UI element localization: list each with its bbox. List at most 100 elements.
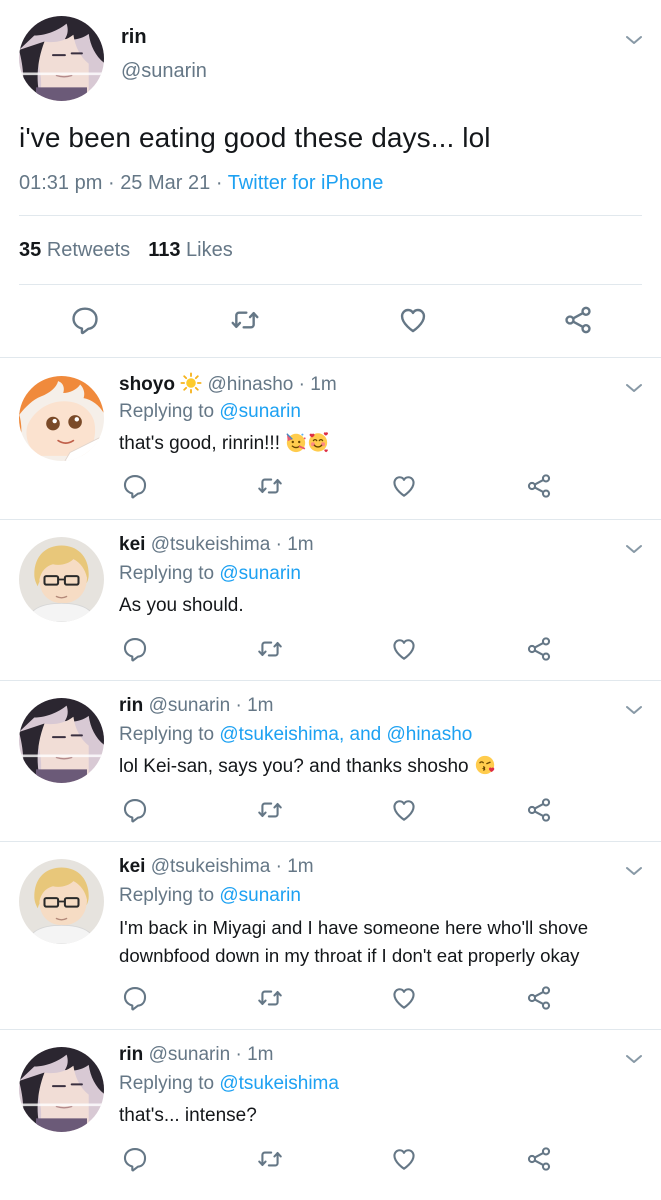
reply-header: shoyo @hinasho · 1m bbox=[119, 372, 337, 396]
replying-to: Replying to @sunarin bbox=[119, 401, 301, 423]
tweet-time: 01:31 pm bbox=[19, 172, 103, 194]
retweet-icon[interactable] bbox=[256, 635, 284, 663]
share-icon[interactable] bbox=[525, 1145, 553, 1173]
replying-to: Replying to @sunarin bbox=[119, 563, 301, 585]
kei-avatar-image bbox=[19, 859, 104, 944]
like-icon[interactable] bbox=[390, 796, 418, 824]
reply-tweet[interactable]: shoyo @hinasho · 1m Replying to @sunarin… bbox=[0, 358, 661, 519]
face-blowing-kiss-emoji bbox=[474, 754, 496, 776]
reply-time: 1m bbox=[310, 374, 337, 395]
likes-count: 113 bbox=[148, 239, 181, 261]
like-icon[interactable] bbox=[390, 635, 418, 663]
meta-separator: · bbox=[275, 534, 282, 555]
likes-label: Likes bbox=[186, 239, 233, 261]
reply-tweet[interactable]: kei @tsukeishima · 1m Replying to @sunar… bbox=[0, 520, 661, 680]
replying-to-link[interactable]: @tsukeishima, and @hinasho bbox=[219, 724, 472, 745]
author-handle[interactable]: @sunarin bbox=[149, 695, 231, 716]
replying-prefix: Replying to bbox=[119, 1073, 215, 1094]
replying-prefix: Replying to bbox=[119, 401, 215, 422]
meta-separator: · bbox=[235, 1044, 242, 1065]
meta-separator: · bbox=[298, 374, 305, 395]
reply-text: that's... intense? bbox=[119, 1105, 257, 1126]
reply-header: kei @tsukeishima · 1m bbox=[119, 534, 314, 556]
avatar[interactable] bbox=[19, 376, 104, 461]
reply-icon[interactable] bbox=[121, 1145, 149, 1173]
avatar[interactable] bbox=[19, 16, 104, 101]
like-icon[interactable] bbox=[390, 472, 418, 500]
author-handle[interactable]: @sunarin bbox=[149, 1044, 231, 1065]
reply-header: rin @sunarin · 1m bbox=[119, 1044, 273, 1066]
chevron-down-icon[interactable] bbox=[624, 542, 644, 556]
reply-text: I'm back in Miyagi and I have someone he… bbox=[119, 917, 589, 966]
replying-prefix: Replying to bbox=[119, 724, 215, 745]
like-icon[interactable] bbox=[390, 1145, 418, 1173]
tweet-stats: 35 Retweets 113 Likes bbox=[19, 239, 233, 262]
share-icon[interactable] bbox=[525, 796, 553, 824]
kei-avatar-image bbox=[19, 537, 104, 622]
chevron-down-icon[interactable] bbox=[624, 381, 644, 395]
avatar[interactable] bbox=[19, 1047, 104, 1132]
tweet-source-link[interactable]: Twitter for iPhone bbox=[228, 172, 384, 194]
author-name[interactable]: rin bbox=[119, 1044, 143, 1065]
author-name[interactable]: kei bbox=[119, 856, 145, 877]
tweet-meta: 01:31 pm · 25 Mar 21 · Twitter for iPhon… bbox=[19, 172, 383, 195]
reply-tweet[interactable]: rin @sunarin · 1m Replying to @tsukeishi… bbox=[0, 1030, 661, 1200]
share-icon[interactable] bbox=[525, 635, 553, 663]
retweet-icon[interactable] bbox=[256, 472, 284, 500]
author-name[interactable]: rin bbox=[121, 26, 147, 49]
retweet-icon[interactable] bbox=[229, 304, 261, 336]
share-icon[interactable] bbox=[525, 472, 553, 500]
avatar[interactable] bbox=[19, 537, 104, 622]
replying-prefix: Replying to bbox=[119, 885, 215, 906]
reply-tweet[interactable]: rin @sunarin · 1m Replying to @tsukeishi… bbox=[0, 681, 661, 841]
author-name[interactable]: rin bbox=[119, 695, 143, 716]
author-handle[interactable]: @sunarin bbox=[121, 60, 207, 83]
meta-separator: · bbox=[235, 695, 242, 716]
reply-text-block: lol Kei-san, says you? and thanks shosho bbox=[119, 753, 639, 781]
retweet-icon[interactable] bbox=[256, 1145, 284, 1173]
retweets-stat[interactable]: 35 Retweets bbox=[19, 239, 130, 261]
replying-to-link[interactable]: @sunarin bbox=[219, 563, 301, 584]
author-handle[interactable]: @tsukeishima bbox=[151, 856, 271, 877]
chevron-down-icon[interactable] bbox=[624, 864, 644, 878]
reply-time: 1m bbox=[287, 856, 314, 877]
divider bbox=[19, 215, 642, 216]
reply-icon[interactable] bbox=[121, 472, 149, 500]
share-icon[interactable] bbox=[525, 984, 553, 1012]
retweet-icon[interactable] bbox=[256, 984, 284, 1012]
reply-icon[interactable] bbox=[121, 635, 149, 663]
retweets-label: Retweets bbox=[46, 239, 131, 261]
reply-icon[interactable] bbox=[121, 984, 149, 1012]
replying-to: Replying to @tsukeishima bbox=[119, 1073, 339, 1095]
replying-to-link[interactable]: @sunarin bbox=[219, 885, 301, 906]
like-icon[interactable] bbox=[390, 984, 418, 1012]
replying-to: Replying to @tsukeishima, and @hinasho bbox=[119, 724, 472, 746]
replying-prefix: Replying to bbox=[119, 563, 215, 584]
reply-tweet[interactable]: kei @tsukeishima · 1m Replying to @sunar… bbox=[0, 842, 661, 1029]
chevron-down-icon[interactable] bbox=[624, 1052, 644, 1066]
partying-face-emoji bbox=[285, 431, 307, 453]
tweet-date: 25 Mar 21 bbox=[120, 172, 211, 194]
main-tweet: rin @sunarin i've been eating good these… bbox=[0, 0, 661, 357]
chevron-down-icon[interactable] bbox=[624, 33, 644, 47]
replying-to-link[interactable]: @sunarin bbox=[219, 401, 301, 422]
author-name[interactable]: shoyo bbox=[119, 374, 175, 395]
avatar[interactable] bbox=[19, 698, 104, 783]
author-name[interactable]: kei bbox=[119, 534, 145, 555]
meta-separator: · bbox=[215, 172, 223, 194]
meta-separator: · bbox=[107, 172, 115, 194]
retweet-icon[interactable] bbox=[256, 796, 284, 824]
reply-text-block: that's good, rinrin!!! bbox=[119, 430, 639, 458]
like-icon[interactable] bbox=[397, 304, 429, 336]
avatar[interactable] bbox=[19, 859, 104, 944]
likes-stat[interactable]: 113 Likes bbox=[148, 239, 233, 261]
reply-text: that's good, rinrin!!! bbox=[119, 433, 280, 454]
chevron-down-icon[interactable] bbox=[624, 703, 644, 717]
meta-separator: · bbox=[275, 856, 282, 877]
reply-icon[interactable] bbox=[69, 304, 101, 336]
reply-icon[interactable] bbox=[121, 796, 149, 824]
share-icon[interactable] bbox=[562, 304, 594, 336]
replying-to-link[interactable]: @tsukeishima bbox=[219, 1073, 339, 1094]
author-handle[interactable]: @hinasho bbox=[208, 374, 294, 395]
author-handle[interactable]: @tsukeishima bbox=[151, 534, 271, 555]
